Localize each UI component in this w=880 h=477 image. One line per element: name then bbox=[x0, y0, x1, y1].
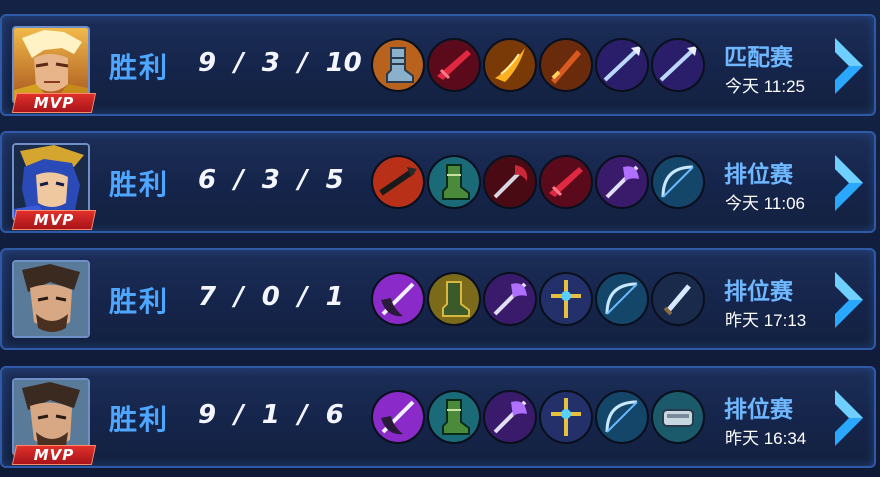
kda-score: 9 / 1 / 6 bbox=[198, 400, 344, 430]
chevron-right-icon[interactable] bbox=[831, 36, 867, 96]
mvp-badge: MVP bbox=[11, 93, 97, 113]
mvp-badge: MVP bbox=[11, 210, 97, 230]
emerald-boots-icon bbox=[427, 390, 481, 444]
crimson-blade-icon bbox=[427, 38, 481, 92]
game-mode: 匹配赛 bbox=[724, 45, 793, 71]
assists: 6 bbox=[325, 400, 344, 430]
match-result: 胜利 bbox=[109, 168, 170, 201]
deaths: 0 bbox=[261, 282, 280, 312]
kills: 9 bbox=[198, 400, 217, 430]
kills: 7 bbox=[198, 282, 217, 312]
match-history-page: MVP 胜利 9 / 3 / 10 匹配赛 今天 11:25 MVP 胜利 6 … bbox=[0, 0, 880, 477]
chevron-right-icon[interactable] bbox=[831, 270, 867, 330]
assists: 1 bbox=[325, 282, 344, 312]
frost-spear-icon bbox=[595, 38, 649, 92]
deaths: 1 bbox=[261, 400, 280, 430]
golden-cross-staff-icon bbox=[539, 272, 593, 326]
violet-battleaxe-icon bbox=[483, 390, 537, 444]
azure-bow-icon bbox=[595, 390, 649, 444]
deaths: 3 bbox=[261, 165, 280, 195]
match-time: 今天 11:25 bbox=[725, 77, 806, 96]
fire-sword-icon bbox=[539, 38, 593, 92]
chevron-right-icon[interactable] bbox=[831, 388, 867, 448]
purple-war-axe-icon bbox=[371, 390, 425, 444]
kda-score: 7 / 0 / 1 bbox=[198, 282, 344, 312]
match-time: 今天 11:06 bbox=[725, 194, 806, 213]
azure-bow-icon bbox=[651, 155, 705, 209]
steel-bracer-icon bbox=[651, 390, 705, 444]
frost-spear-icon bbox=[651, 38, 705, 92]
mvp-label: MVP bbox=[33, 211, 75, 229]
assists: 10 bbox=[325, 48, 362, 78]
match-time: 昨天 16:34 bbox=[725, 429, 807, 448]
emerald-boots-icon bbox=[427, 155, 481, 209]
game-mode: 排位赛 bbox=[724, 279, 793, 305]
azure-bow-icon bbox=[595, 272, 649, 326]
match-result: 胜利 bbox=[109, 285, 170, 318]
chevron-right-icon[interactable] bbox=[831, 153, 867, 213]
deaths: 3 bbox=[261, 48, 280, 78]
match-row[interactable]: MVP 胜利 9 / 1 / 6 排位赛 昨天 16:34 bbox=[0, 366, 876, 468]
violet-battleaxe-icon bbox=[595, 155, 649, 209]
mvp-label: MVP bbox=[33, 446, 75, 464]
purple-war-axe-icon bbox=[371, 272, 425, 326]
violet-battleaxe-icon bbox=[483, 272, 537, 326]
kda-score: 9 / 3 / 10 bbox=[198, 48, 362, 78]
armored-boots-icon bbox=[371, 38, 425, 92]
flame-spear-icon bbox=[371, 155, 425, 209]
mvp-label: MVP bbox=[33, 94, 75, 112]
match-row[interactable]: 胜利 7 / 0 / 1 排位赛 昨天 17:13 bbox=[0, 248, 876, 350]
flame-fang-icon bbox=[483, 38, 537, 92]
golden-cross-staff-icon bbox=[539, 390, 593, 444]
match-time: 昨天 17:13 bbox=[725, 311, 807, 330]
hero-avatar-bearded-warrior bbox=[12, 260, 90, 338]
mvp-badge: MVP bbox=[11, 445, 97, 465]
game-mode: 排位赛 bbox=[724, 162, 793, 188]
match-row[interactable]: MVP 胜利 9 / 3 / 10 匹配赛 今天 11:25 bbox=[0, 14, 876, 116]
match-result: 胜利 bbox=[109, 51, 170, 84]
game-mode: 排位赛 bbox=[724, 397, 793, 423]
golden-boots-icon bbox=[427, 272, 481, 326]
kills: 6 bbox=[198, 165, 217, 195]
assists: 5 bbox=[325, 165, 344, 195]
ice-dagger-icon bbox=[651, 272, 705, 326]
crimson-blade-icon bbox=[539, 155, 593, 209]
kills: 9 bbox=[198, 48, 217, 78]
kda-score: 6 / 3 / 5 bbox=[198, 165, 344, 195]
match-row[interactable]: MVP 胜利 6 / 3 / 5 排位赛 今天 11:06 bbox=[0, 131, 876, 233]
match-result: 胜利 bbox=[109, 403, 170, 436]
shadow-axe-icon bbox=[483, 155, 537, 209]
